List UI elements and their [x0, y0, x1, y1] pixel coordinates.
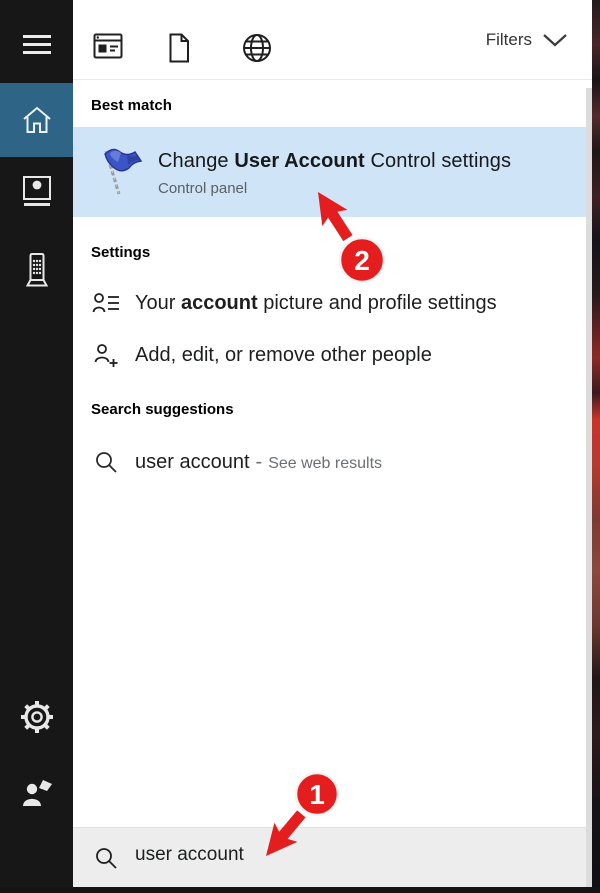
- result-label: Add, edit, or remove other people: [135, 343, 432, 366]
- photos-icon: [22, 176, 51, 206]
- sidebar-item-feedback[interactable]: [0, 770, 73, 816]
- settings-header: Settings: [91, 244, 151, 261]
- search-input[interactable]: user account: [73, 827, 592, 887]
- result-account-picture[interactable]: Your account picture and profile setting…: [73, 281, 592, 325]
- search-sidebar: [0, 0, 73, 893]
- filter-apps-button[interactable]: [93, 33, 123, 64]
- taskbar-edge: [0, 887, 600, 893]
- sidebar-item-home[interactable]: [0, 83, 73, 157]
- mobile-device-icon: [25, 253, 48, 287]
- result-add-remove-people[interactable]: Add, edit, or remove other people: [73, 333, 592, 377]
- search-icon: [91, 450, 121, 474]
- chevron-down-icon: [543, 34, 567, 47]
- best-match-title: Change User Account Control settings: [158, 150, 512, 172]
- account-card-icon: [91, 291, 121, 315]
- search-query-text: user account: [135, 844, 244, 865]
- desktop-background-edge: [592, 0, 600, 893]
- suggestion-label: user account - See web results: [135, 450, 383, 473]
- web-icon: [243, 34, 271, 62]
- sidebar-item-settings[interactable]: [0, 696, 73, 738]
- result-label: Your account picture and profile setting…: [135, 291, 497, 314]
- filter-web-button[interactable]: [242, 33, 272, 68]
- menu-icon[interactable]: [0, 24, 73, 64]
- search-suggestions-header: Search suggestions: [91, 401, 234, 418]
- scrollbar-track[interactable]: [586, 88, 592, 887]
- search-icon: [91, 846, 121, 870]
- sidebar-item-photos[interactable]: [0, 168, 73, 216]
- best-match-header: Best match: [91, 97, 172, 114]
- filter-documents-button[interactable]: [166, 33, 192, 68]
- add-person-icon: [91, 342, 121, 368]
- settings-gear-icon: [20, 701, 53, 733]
- feedback-icon: [22, 780, 52, 806]
- best-match-result[interactable]: Change User Account Control settings Con…: [73, 127, 592, 217]
- see-web-results-label: See web results: [268, 454, 383, 472]
- search-results-panel: Filters Best match Change User Account C…: [73, 0, 592, 893]
- uac-flag-icon: [91, 144, 145, 205]
- filters-label: Filters: [485, 30, 532, 49]
- suggestion-user-account[interactable]: user account - See web results: [73, 440, 592, 484]
- best-match-subtitle: Control panel: [158, 180, 248, 197]
- document-icon: [169, 33, 189, 63]
- sidebar-item-device[interactable]: [0, 246, 73, 294]
- apps-icon: [93, 33, 123, 59]
- filters-dropdown[interactable]: Filters: [486, 30, 568, 50]
- home-icon: [22, 106, 51, 133]
- search-topbar: Filters: [73, 0, 592, 80]
